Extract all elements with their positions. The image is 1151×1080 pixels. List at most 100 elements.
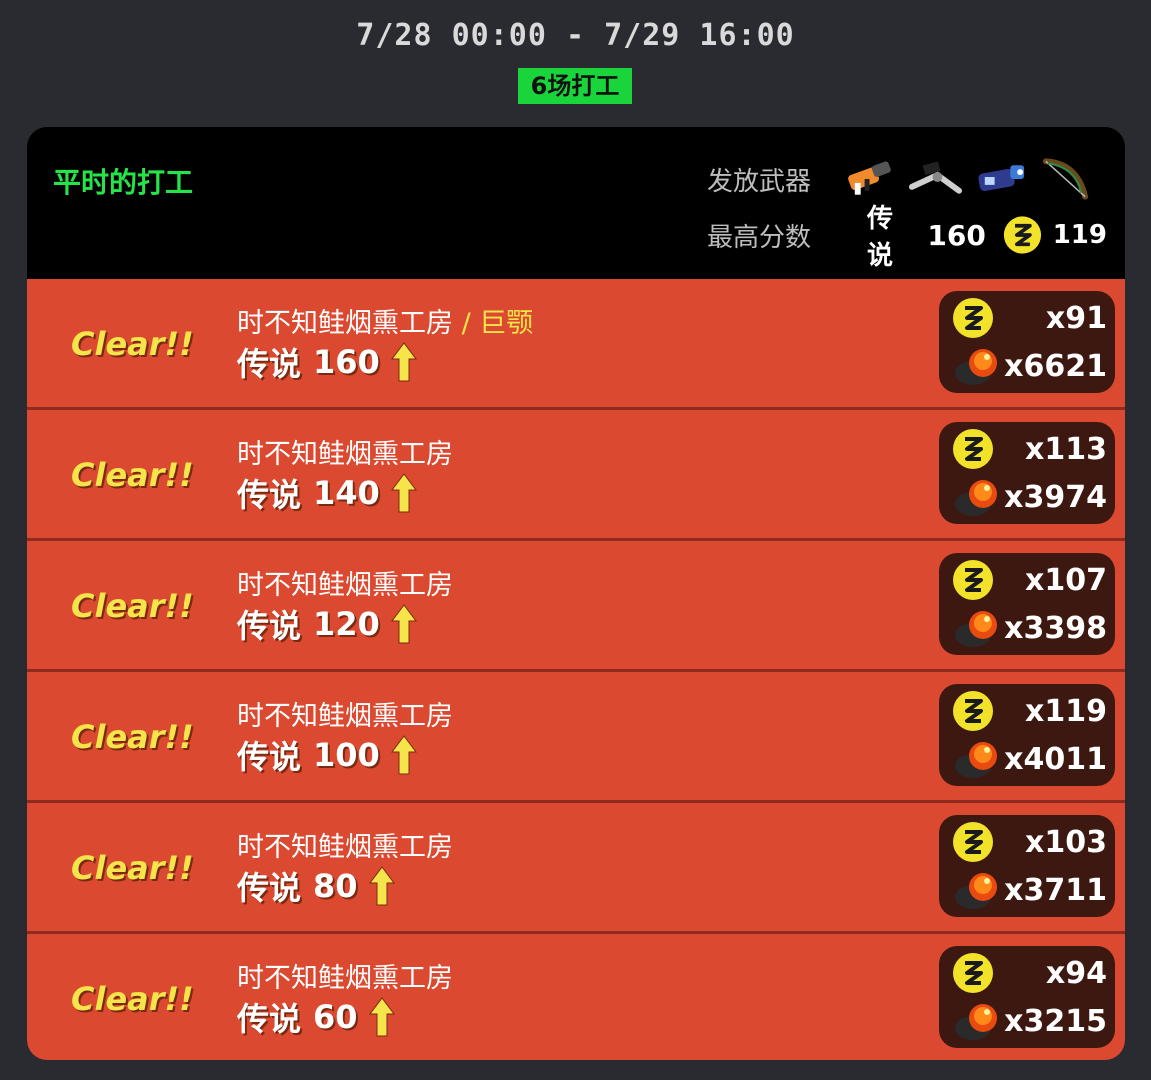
power-egg-stat: x3398 (951, 605, 1107, 651)
power-egg-stat: x3215 (951, 998, 1107, 1044)
rank-title: 传说 (237, 738, 302, 776)
best-level: 160 (927, 218, 986, 252)
power-egg-stat: x3974 (951, 474, 1107, 520)
stage-name: 时不知鲑烟熏工房 (237, 956, 453, 995)
shift-row: Clear!! 时不知鲑烟熏工房 传说 120 x107 x3398 (27, 541, 1125, 672)
stage-label: 时不知鲑烟熏工房 (237, 832, 453, 863)
power-egg-stat: x6621 (951, 343, 1107, 389)
stage-name: 时不知鲑烟熏工房 (237, 432, 453, 471)
shift-row: Clear!! 时不知鲑烟熏工房 传说 60 x94 x3215 (27, 934, 1125, 1060)
best-rank: 传说 (867, 204, 894, 271)
weapons-label: 发放武器 (707, 167, 812, 197)
golden-egg-stat: x119 (951, 688, 1107, 734)
rank-line: 传说 100 (237, 732, 418, 778)
golden-egg-icon (1003, 216, 1041, 254)
power-egg-count: x6621 (1004, 348, 1107, 384)
power-egg-icon (955, 742, 997, 778)
power-egg-count: x4011 (1004, 741, 1107, 777)
power-egg-icon (955, 1004, 997, 1040)
rank-level: 80 (313, 867, 358, 905)
stringer-weapon-icon (908, 161, 963, 194)
golden-egg-icon (953, 429, 993, 469)
rank-level: 140 (313, 474, 380, 512)
shift-stats: x113 x3974 (939, 422, 1115, 524)
shift-count-badge: 6场打工 (518, 68, 632, 104)
best-score: 传说 160 119 (867, 204, 1107, 271)
rank-line: 传说 80 (237, 863, 396, 909)
shift-row: Clear!! 时不知鲑烟熏工房 / 巨颚 传说 160 x91 x6621 (27, 279, 1125, 410)
golden-egg-count: x119 (1025, 693, 1107, 729)
golden-egg-count: x91 (1045, 300, 1107, 336)
rank-line: 传说 160 (237, 339, 418, 385)
golden-egg-icon (953, 953, 993, 993)
rank-title: 传说 (237, 1000, 302, 1038)
rank-up-arrow-icon (368, 997, 395, 1037)
stage-label: 时不知鲑烟熏工房 (237, 701, 453, 732)
shift-stats: x103 x3711 (939, 815, 1115, 917)
power-egg-icon (955, 611, 997, 647)
rank-up-arrow-icon (390, 473, 417, 513)
clear-label: Clear!! (71, 980, 194, 1018)
rank-line: 传说 60 (237, 994, 396, 1040)
rank-title: 传说 (237, 476, 302, 514)
shift-row: Clear!! 时不知鲑烟熏工房 传说 140 x113 x3974 (27, 410, 1125, 541)
rank-line: 传说 120 (237, 601, 418, 647)
shift-row: Clear!! 时不知鲑烟熏工房 传说 100 x119 x4011 (27, 672, 1125, 803)
rank-up-arrow-icon (390, 735, 417, 775)
card-header: 平时的打工 发放武器 最高分数 传说 160 119 (27, 127, 1125, 279)
best-score-label: 最高分数 (707, 223, 812, 253)
rank-up-arrow-icon (390, 604, 417, 644)
blaster-weapon-icon (848, 161, 891, 195)
shift-stats: x91 x6621 (939, 291, 1115, 393)
golden-egg-icon (953, 298, 993, 338)
clear-label: Clear!! (71, 587, 194, 625)
rank-level: 100 (313, 736, 380, 774)
shift-list: Clear!! 时不知鲑烟熏工房 / 巨颚 传说 160 x91 x6621 C… (27, 279, 1125, 1060)
weapon-list (843, 153, 1093, 203)
bow-weapon-icon (1042, 158, 1089, 200)
splatling-weapon-icon (978, 165, 1025, 191)
power-egg-stat: x4011 (951, 736, 1107, 782)
shift-stats: x119 x4011 (939, 684, 1115, 786)
rank-level: 160 (313, 343, 380, 381)
power-egg-count: x3398 (1004, 610, 1107, 646)
rank-up-arrow-icon (390, 342, 417, 382)
power-egg-icon (955, 873, 997, 909)
mode-title: 平时的打工 (53, 166, 194, 199)
date-range: 7/28 00:00 - 7/29 16:00 (356, 18, 795, 53)
best-golden-eggs: 119 (1052, 220, 1107, 250)
rank-title: 传说 (237, 345, 302, 383)
clear-label: Clear!! (71, 849, 194, 887)
rank-level: 60 (313, 998, 358, 1036)
rank-up-arrow-icon (368, 866, 395, 906)
golden-egg-icon (953, 560, 993, 600)
golden-egg-stat: x91 (951, 295, 1107, 341)
golden-egg-icon (953, 691, 993, 731)
shift-stats: x94 x3215 (939, 946, 1115, 1048)
power-egg-count: x3215 (1004, 1003, 1107, 1039)
salmon-run-card: 平时的打工 发放武器 最高分数 传说 160 119 Clear!! 时不知鲑烟… (27, 127, 1125, 1060)
rank-line: 传说 140 (237, 470, 418, 516)
golden-egg-stat: x94 (951, 950, 1107, 996)
golden-egg-icon (953, 822, 993, 862)
clear-label: Clear!! (71, 456, 194, 494)
power-egg-icon (955, 349, 997, 385)
shift-row: Clear!! 时不知鲑烟熏工房 传说 80 x103 x3711 (27, 803, 1125, 934)
power-egg-stat: x3711 (951, 867, 1107, 913)
golden-egg-stat: x107 (951, 557, 1107, 603)
shift-stats: x107 x3398 (939, 553, 1115, 655)
golden-egg-count: x94 (1045, 955, 1107, 991)
power-egg-count: x3711 (1004, 872, 1107, 908)
stage-label: 时不知鲑烟熏工房 (237, 308, 453, 339)
rank-title: 传说 (237, 607, 302, 645)
clear-label: Clear!! (71, 325, 194, 363)
stage-name: 时不知鲑烟熏工房 (237, 825, 453, 864)
stage-name: 时不知鲑烟熏工房 (237, 563, 453, 602)
golden-egg-count: x113 (1025, 431, 1107, 467)
boss-name: / 巨颚 (453, 308, 534, 339)
golden-egg-stat: x103 (951, 819, 1107, 865)
power-egg-icon (955, 480, 997, 516)
golden-egg-count: x107 (1025, 562, 1107, 598)
rank-level: 120 (313, 605, 380, 643)
clear-label: Clear!! (71, 718, 194, 756)
